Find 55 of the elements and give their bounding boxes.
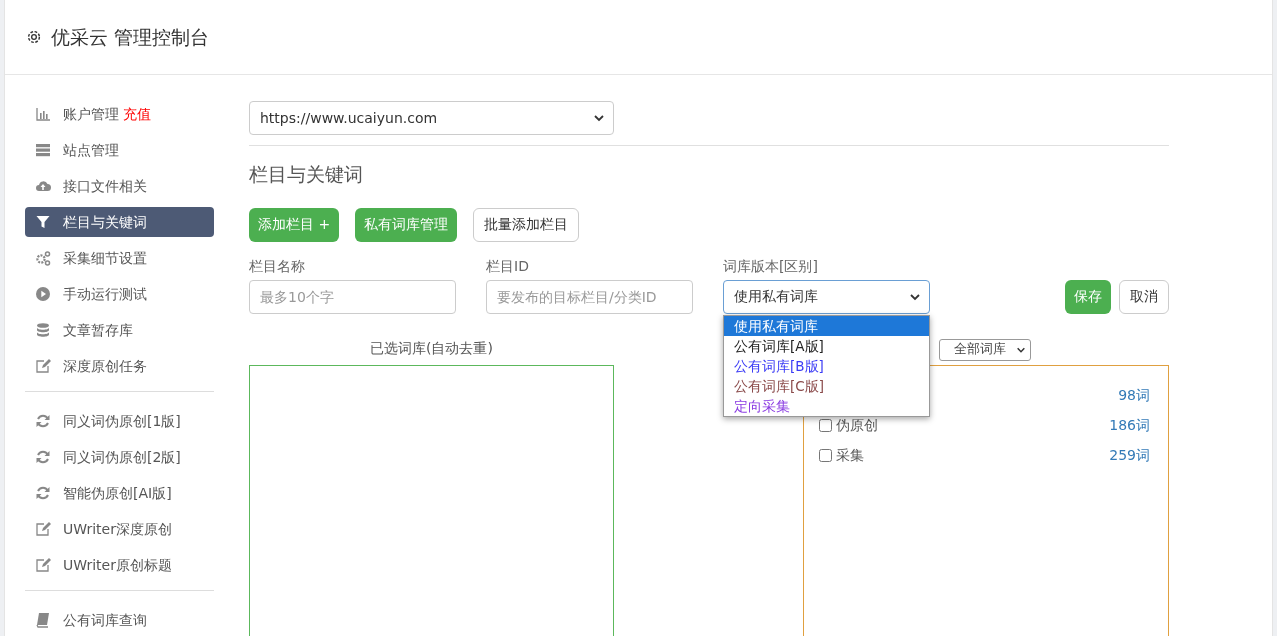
- settings-icon: [25, 28, 43, 46]
- dropdown-option[interactable]: 公有词库[C版]: [724, 375, 929, 396]
- sidebar-item[interactable]: 同义词伪原创[1版]: [25, 406, 214, 436]
- app-title: 优采云 管理控制台: [51, 24, 210, 50]
- filter-icon: [35, 214, 51, 230]
- sidebar-item[interactable]: 深度原创任务: [25, 351, 214, 381]
- dropdown-option[interactable]: 使用私有词库: [724, 315, 929, 336]
- word-count: 98词: [1118, 386, 1150, 405]
- refresh-icon: [35, 449, 51, 465]
- sidebar-item[interactable]: 手动运行测试: [25, 279, 214, 309]
- play-icon: [35, 286, 51, 302]
- action-button[interactable]: 批量添加栏目: [473, 207, 580, 242]
- checkbox[interactable]: [819, 419, 832, 432]
- section-title: 栏目与关键词: [249, 162, 364, 187]
- recharge-link[interactable]: 充值: [123, 103, 151, 125]
- sidebar-item[interactable]: 账户管理 充值: [25, 99, 214, 129]
- cloud-upload-icon: [35, 178, 51, 194]
- refresh-icon: [35, 413, 51, 429]
- sidebar-item[interactable]: 栏目与关键词: [25, 207, 214, 237]
- sidebar-item[interactable]: 站点管理: [25, 135, 214, 165]
- site-select[interactable]: https://www.ucaiyun.com: [249, 101, 614, 135]
- field-label: 词库版本[区别]: [723, 256, 819, 276]
- field-label: 栏目名称: [249, 256, 306, 276]
- sidebar-item[interactable]: 智能伪原创[AI版]: [25, 478, 214, 508]
- chart-icon: [35, 106, 51, 122]
- edit-icon: [35, 521, 51, 537]
- checkbox[interactable]: [819, 449, 832, 462]
- library-version-select[interactable]: 使用私有词库: [723, 279, 930, 314]
- sidebar-item[interactable]: 采集细节设置: [25, 243, 214, 273]
- edit-icon: [35, 557, 51, 573]
- database-icon: [35, 322, 51, 338]
- server-icon: [35, 142, 51, 158]
- word-count: 186词: [1109, 416, 1150, 435]
- dropdown-option[interactable]: 公有词库[B版]: [724, 355, 929, 376]
- word-count: 259词: [1109, 446, 1150, 465]
- dropdown-option[interactable]: 定向采集: [724, 395, 929, 416]
- cancel-button[interactable]: 取消: [1119, 279, 1169, 314]
- input-field[interactable]: 最多10个字: [249, 279, 456, 314]
- sidebar-item[interactable]: 文章暂存库: [25, 315, 214, 345]
- sidebar-item[interactable]: UWriter深度原创: [25, 514, 214, 544]
- library-name: 采集: [836, 446, 864, 465]
- sidebar-item[interactable]: UWriter原创标题: [25, 550, 214, 580]
- sidebar-item[interactable]: 同义词伪原创[2版]: [25, 442, 214, 472]
- dropdown-option[interactable]: 公有词库[A版]: [724, 335, 929, 356]
- input-field[interactable]: 要发布的目标栏目/分类ID: [486, 279, 693, 314]
- refresh-icon: [35, 485, 51, 501]
- field-label: 栏目ID: [486, 256, 530, 276]
- library-filter-select[interactable]: 全部词库: [939, 338, 1031, 361]
- book-icon: [35, 612, 51, 628]
- sidebar-item[interactable]: 公有词库查询: [25, 605, 214, 635]
- box-title: 已选词库(自动去重): [369, 338, 494, 358]
- chevron-down-icon: [593, 112, 605, 124]
- sidebar-item[interactable]: 接口文件相关: [25, 171, 214, 201]
- library-name: 伪原创: [836, 416, 878, 435]
- edit-icon: [35, 358, 51, 374]
